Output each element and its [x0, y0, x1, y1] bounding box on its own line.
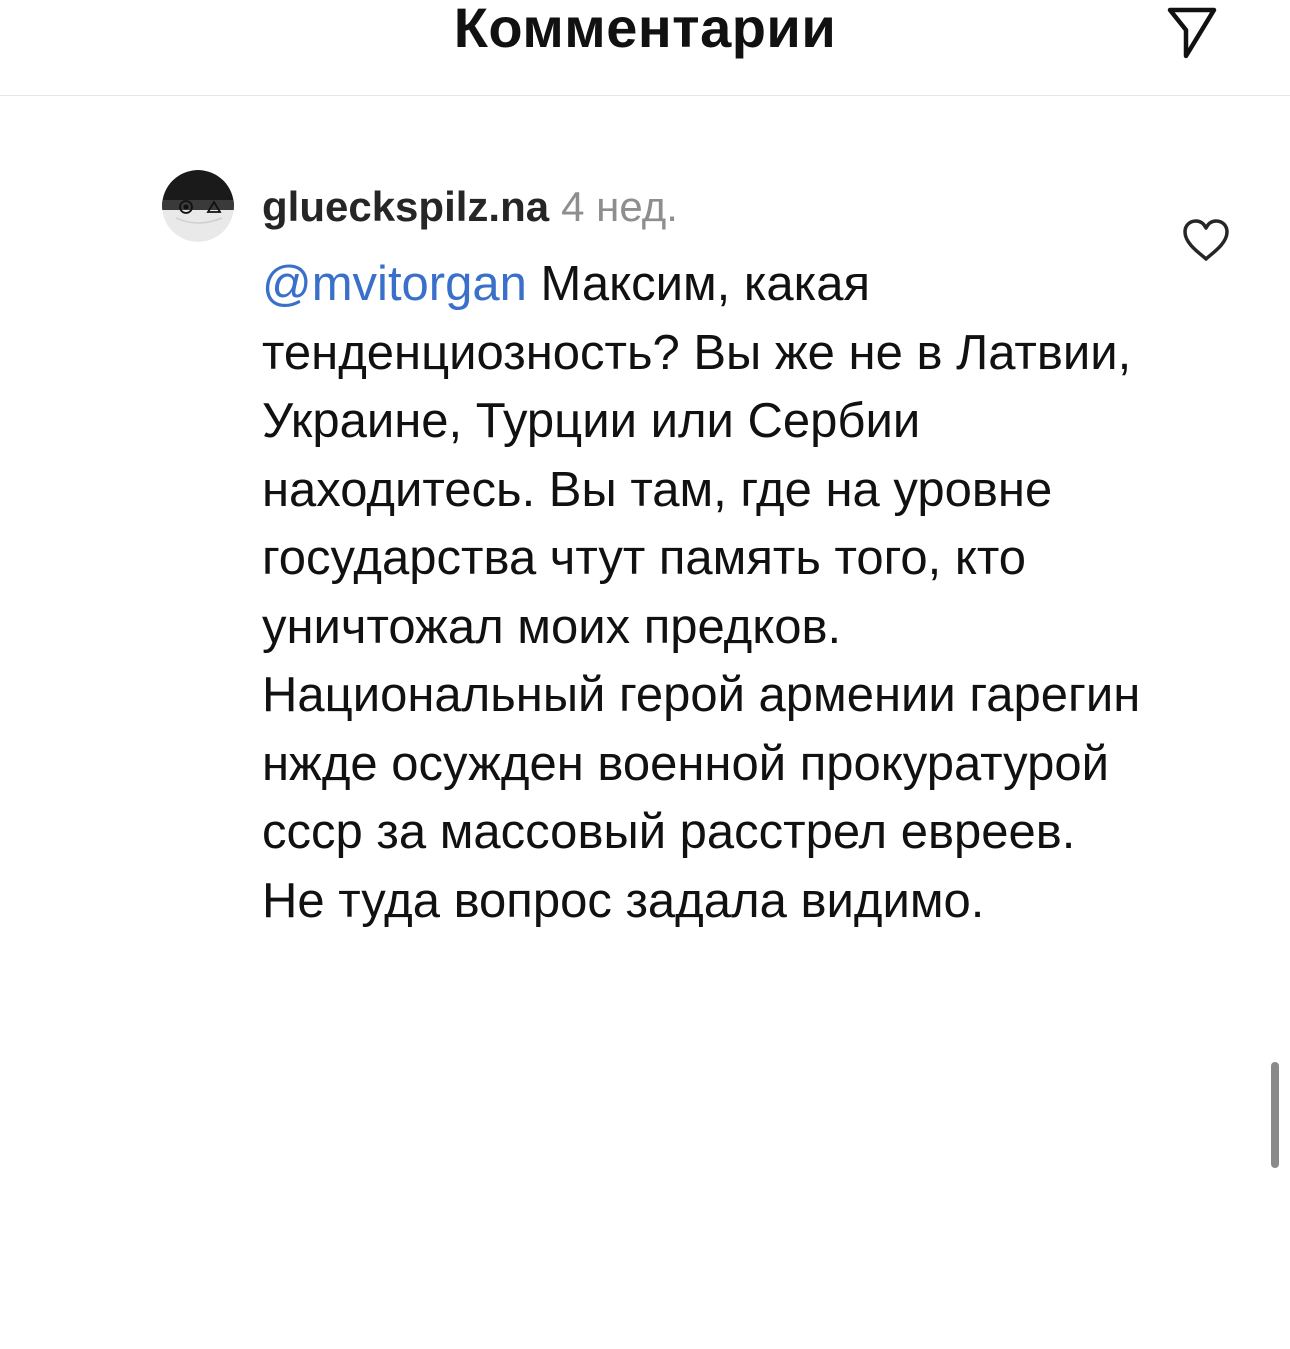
user-avatar-icon: [162, 170, 234, 242]
comments-header: Комментарии: [0, 0, 1290, 96]
comment-text: @mvitorgan Максим, какая тенденциозность…: [262, 250, 1142, 935]
comment-meta: glueckspilz.na 4 нед.: [262, 180, 678, 234]
paper-plane-icon: [1167, 7, 1217, 59]
comment-timestamp: 4 нед.: [561, 183, 678, 230]
user-mention-link[interactable]: @mvitorgan: [262, 257, 527, 311]
share-button[interactable]: [1152, 0, 1232, 64]
comment-message: Максим, какая тенденциозность? Вы же не …: [262, 257, 1141, 928]
comment-username[interactable]: glueckspilz.na: [262, 183, 549, 230]
page-title: Комментарии: [453, 0, 837, 59]
heart-outline-icon: [1183, 219, 1229, 261]
user-avatar[interactable]: [162, 170, 234, 242]
scrollbar[interactable]: [1271, 1062, 1279, 1168]
comment-item: glueckspilz.na 4 нед. @mvitorgan Максим, …: [0, 170, 1290, 1270]
like-button[interactable]: [1178, 214, 1234, 266]
